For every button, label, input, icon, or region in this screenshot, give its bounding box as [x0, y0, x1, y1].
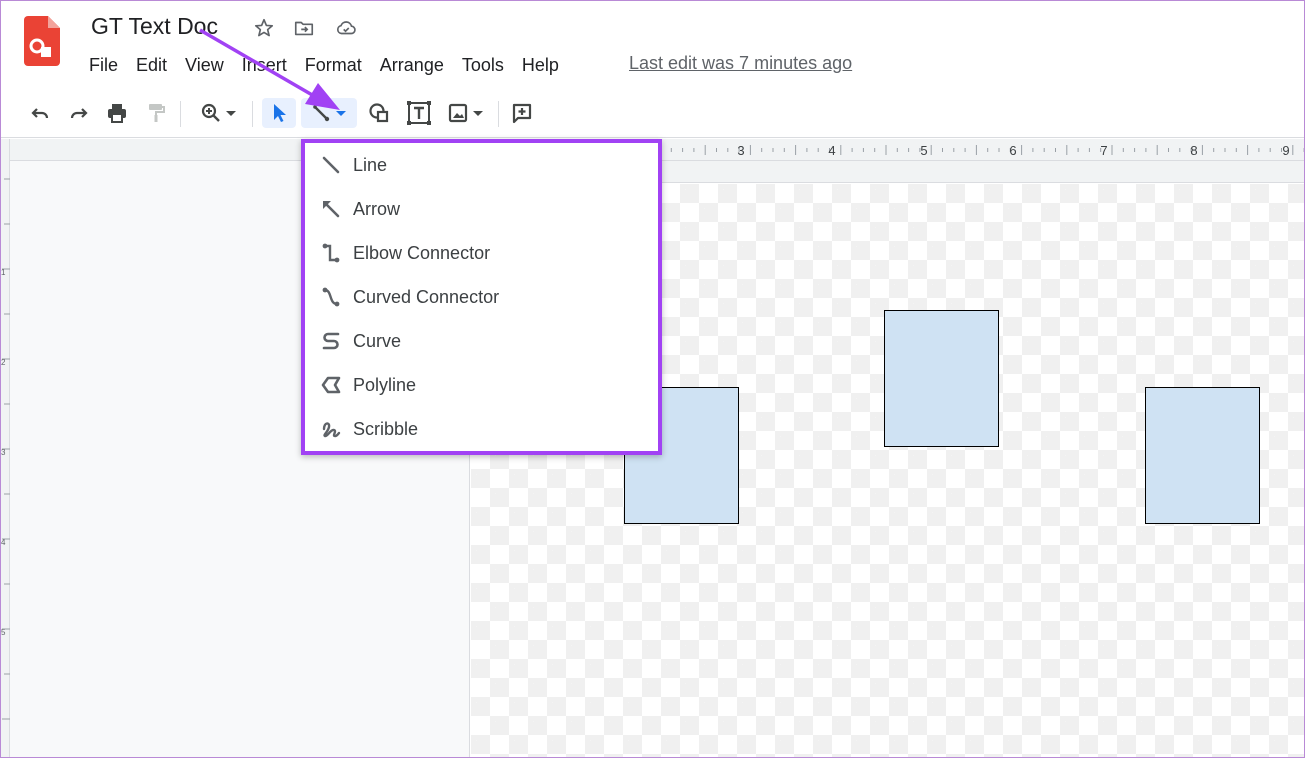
elbow-connector-icon [319, 241, 343, 265]
text-box-button[interactable] [404, 98, 434, 128]
menu-item-label: Line [353, 154, 388, 175]
vertical-ruler: 1 2 3 4 5 [0, 139, 10, 758]
cloud-saved-icon[interactable] [334, 16, 358, 40]
select-cursor-icon [274, 104, 286, 122]
menu-file[interactable]: File [80, 55, 127, 76]
menu-item-label: Scribble [353, 418, 419, 439]
menu-item-label: Curve [353, 330, 402, 351]
image-icon [448, 103, 468, 123]
ruler-label: 4 [828, 143, 835, 158]
line-tool-button[interactable] [301, 98, 357, 128]
menu-item-curved-connector[interactable]: Curved Connector [305, 275, 658, 319]
zoom-button[interactable] [193, 98, 245, 128]
undo-button[interactable] [26, 98, 54, 128]
shape-icon [369, 103, 389, 123]
shape-button[interactable] [364, 98, 394, 128]
line-icon [313, 105, 330, 122]
last-edit-link[interactable]: Last edit was 7 minutes ago [629, 53, 852, 74]
add-comment-button[interactable] [508, 98, 536, 128]
toolbar-separator [180, 101, 181, 127]
insert-image-button[interactable] [442, 98, 490, 128]
curved-connector-icon [319, 285, 343, 309]
toolbar-separator [498, 101, 499, 127]
rectangle-shape[interactable] [1145, 387, 1260, 524]
polyline-icon [319, 373, 343, 397]
image-dropdown-icon [473, 111, 483, 116]
print-icon [108, 104, 126, 123]
print-button[interactable] [103, 98, 131, 128]
document-title[interactable]: GT Text Doc [91, 13, 218, 40]
menu-item-elbow-connector[interactable]: Elbow Connector [305, 231, 658, 275]
toolbar [0, 88, 1305, 138]
ruler-label: 5 [920, 143, 927, 158]
menu-item-scribble[interactable]: Scribble [305, 407, 658, 451]
menu-item-label: Curved Connector [353, 286, 500, 307]
menu-edit[interactable]: Edit [127, 55, 176, 76]
menu-item-label: Elbow Connector [353, 242, 491, 263]
undo-icon [31, 108, 49, 119]
add-comment-icon [512, 103, 532, 124]
ruler-label: 3 [737, 143, 744, 158]
menu-tools[interactable]: Tools [453, 55, 513, 76]
redo-button[interactable] [65, 98, 93, 128]
side-ruler-label: 5 [1, 628, 6, 637]
menu-insert[interactable]: Insert [233, 55, 296, 76]
toolbar-separator [252, 101, 253, 127]
side-ruler-label: 2 [1, 358, 6, 367]
ruler-label: 9 [1282, 143, 1289, 158]
scribble-icon [319, 417, 343, 441]
ruler-label: 6 [1009, 143, 1016, 158]
curve-icon [319, 329, 343, 353]
star-icon[interactable] [252, 16, 276, 40]
side-ruler-label: 4 [1, 538, 6, 547]
side-ruler-label: 3 [1, 448, 6, 457]
menu-item-curve[interactable]: Curve [305, 319, 658, 363]
menu-view[interactable]: View [176, 55, 233, 76]
text-box-icon [407, 101, 431, 125]
side-ruler-label: 1 [1, 268, 6, 277]
menu-format[interactable]: Format [296, 55, 371, 76]
line-icon [319, 153, 343, 177]
line-type-menu: Line Arrow Elbow Connector Curved Connec… [301, 139, 662, 455]
paint-format-icon [149, 104, 165, 122]
rectangle-shape[interactable] [884, 310, 999, 447]
ruler-label: 8 [1190, 143, 1197, 158]
drawings-logo-icon[interactable] [24, 16, 60, 66]
menu-arrange[interactable]: Arrange [371, 55, 453, 76]
paint-format-button[interactable] [142, 98, 170, 128]
redo-icon [70, 108, 88, 119]
menu-item-label: Arrow [353, 198, 401, 219]
menu-help[interactable]: Help [513, 55, 568, 76]
menu-item-arrow[interactable]: Arrow [305, 187, 658, 231]
select-button[interactable] [262, 98, 296, 128]
menu-item-label: Polyline [353, 374, 417, 395]
zoom-dropdown-icon [226, 111, 236, 116]
menu-bar: File Edit View Insert Format Arrange Too… [80, 51, 568, 79]
zoom-icon [201, 103, 220, 122]
line-dropdown-icon [336, 111, 346, 116]
ruler-label: 7 [1100, 143, 1107, 158]
header: GT Text Doc File Edit View Insert Format… [0, 0, 1305, 88]
menu-item-line[interactable]: Line [305, 143, 658, 187]
move-to-folder-icon[interactable] [292, 16, 316, 40]
arrow-icon [319, 197, 343, 221]
menu-item-polyline[interactable]: Polyline [305, 363, 658, 407]
